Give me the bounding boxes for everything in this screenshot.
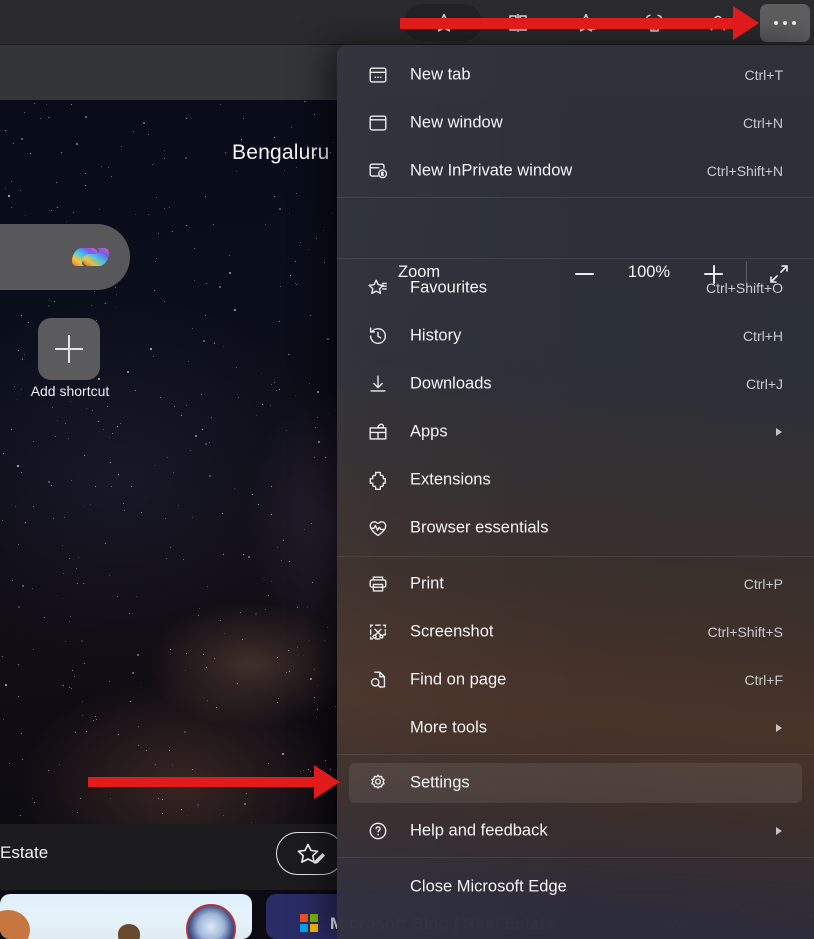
menu-item-close-edge[interactable]: Close Microsoft Edge — [349, 867, 802, 907]
downloads-arrow-icon — [367, 373, 389, 395]
weather-city-label: Bengaluru — [232, 141, 330, 164]
menu-item-apps[interactable]: Apps — [349, 412, 802, 452]
extensions-puzzle-icon — [367, 469, 389, 491]
menu-item-find-on-page[interactable]: Find on page Ctrl+F — [349, 660, 802, 700]
menu-item-label: Extensions — [410, 470, 491, 489]
help-question-icon — [367, 820, 389, 842]
settings-and-more-button[interactable] — [760, 4, 810, 42]
menu-item-label: Settings — [410, 773, 470, 792]
menu-item-extensions[interactable]: Extensions — [349, 460, 802, 500]
menu-item-label: Print — [410, 574, 444, 593]
menu-item-favourites[interactable]: Favourites Ctrl+Shift+O — [349, 268, 802, 308]
menu-item-shortcut: Ctrl+N — [742, 115, 783, 131]
menu-separator — [337, 556, 814, 557]
copilot-icon[interactable] — [68, 235, 114, 279]
menu-separator — [337, 857, 814, 858]
menu-item-label: New tab — [410, 65, 471, 84]
apps-grid-icon — [367, 421, 389, 443]
star-pencil-icon — [295, 842, 327, 868]
annotation-arrow-top-head — [733, 6, 759, 40]
add-shortcut-button[interactable] — [38, 318, 100, 380]
bottom-heading: Estate — [0, 843, 49, 862]
menu-item-label: Close Microsoft Edge — [410, 877, 567, 896]
chevron-right-icon — [776, 428, 782, 436]
new-window-icon — [367, 112, 389, 134]
menu-item-history[interactable]: History Ctrl+H — [349, 316, 802, 356]
menu-item-label: New InPrivate window — [410, 161, 573, 180]
menu-item-shortcut: Ctrl+Shift+N — [706, 163, 783, 179]
menu-separator — [337, 258, 814, 259]
menu-item-screenshot[interactable]: Screenshot Ctrl+Shift+S — [349, 612, 802, 652]
menu-item-label: Apps — [410, 422, 448, 441]
customize-favourites-button[interactable] — [276, 832, 344, 875]
menu-item-label: Help and feedback — [410, 821, 548, 840]
menu-item-print[interactable]: Print Ctrl+P — [349, 564, 802, 604]
add-shortcut-label: Add shortcut — [30, 383, 110, 399]
browser-essentials-heart-icon — [367, 517, 389, 539]
annotation-arrow-settings-head — [314, 765, 340, 799]
menu-item-browser-essentials[interactable]: Browser essentials — [349, 508, 802, 548]
menu-item-downloads[interactable]: Downloads Ctrl+J — [349, 364, 802, 404]
content-card-left[interactable] — [0, 894, 252, 939]
new-tab-icon — [367, 64, 389, 86]
favourites-star-icon — [367, 277, 389, 299]
menu-separator — [337, 197, 814, 198]
chevron-right-icon — [776, 724, 782, 732]
menu-item-shortcut: Ctrl+P — [743, 576, 783, 592]
screenshot-crop-icon — [367, 621, 389, 643]
menu-item-new-window[interactable]: New window Ctrl+N — [349, 103, 802, 143]
menu-item-label: Screenshot — [410, 622, 494, 641]
menu-item-more-tools[interactable]: More tools — [349, 708, 802, 748]
menu-item-help-and-feedback[interactable]: Help and feedback — [349, 811, 802, 851]
menu-item-new-inprivate-window[interactable]: New InPrivate window Ctrl+Shift+N — [349, 151, 802, 191]
menu-item-label: New window — [410, 113, 503, 132]
menu-item-label: More tools — [410, 718, 488, 737]
menu-item-label: Find on page — [410, 670, 507, 689]
history-clock-icon — [367, 325, 389, 347]
edge-settings-and-more-menu: New tab Ctrl+T New window Ctrl+N New InP… — [337, 45, 814, 939]
menu-item-label: Favourites — [410, 278, 488, 297]
menu-item-new-tab[interactable]: New tab Ctrl+T — [349, 55, 802, 95]
menu-item-settings[interactable]: Settings — [349, 763, 802, 803]
menu-item-shortcut: Ctrl+Shift+O — [705, 280, 783, 296]
annotation-arrow-top-shaft — [400, 18, 736, 29]
printer-icon — [367, 573, 389, 595]
chevron-right-icon — [776, 827, 782, 835]
screen: Bengaluru Add shortcut Estate New tab Ct… — [0, 0, 814, 939]
menu-item-shortcut: Ctrl+H — [742, 328, 783, 344]
menu-item-label: History — [410, 326, 462, 345]
menu-item-label: Browser essentials — [410, 518, 549, 537]
inprivate-window-icon — [367, 160, 389, 182]
gear-icon — [367, 772, 389, 794]
menu-item-shortcut: Ctrl+F — [744, 672, 784, 688]
menu-item-shortcut: Ctrl+Shift+S — [707, 624, 783, 640]
card-emblem-icon — [186, 904, 236, 939]
menu-item-label: Downloads — [410, 374, 492, 393]
menu-item-shortcut: Ctrl+T — [744, 67, 784, 83]
menu-item-shortcut: Ctrl+J — [746, 376, 783, 392]
find-page-search-icon — [367, 669, 389, 691]
annotation-arrow-settings-shaft — [88, 777, 316, 787]
microsoft-logo-icon — [300, 914, 319, 933]
menu-separator — [337, 754, 814, 755]
